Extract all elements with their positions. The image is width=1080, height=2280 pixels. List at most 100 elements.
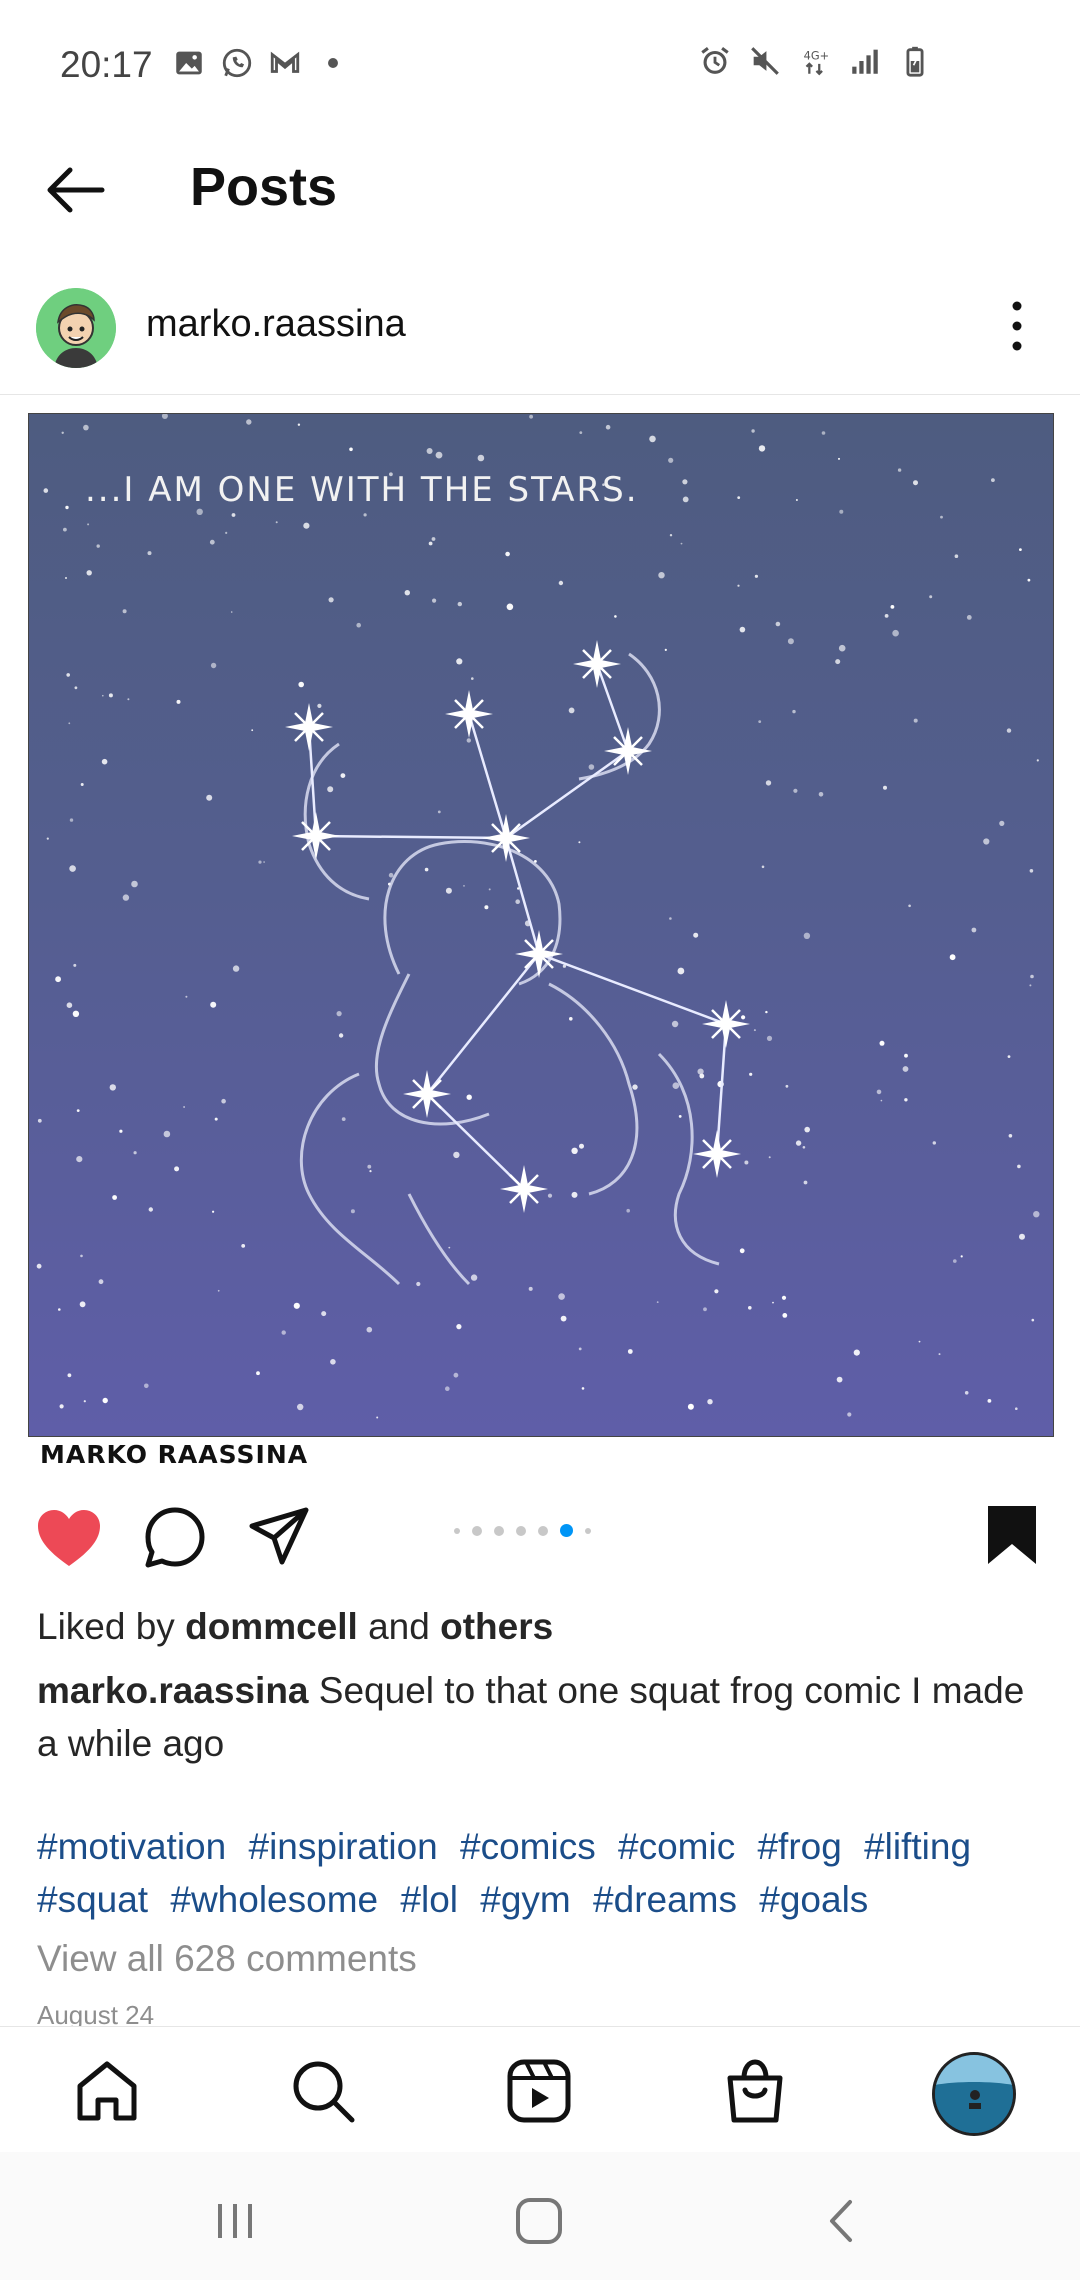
sparkle-star bbox=[693, 1130, 741, 1178]
reels-icon[interactable] bbox=[504, 2056, 574, 2126]
whatsapp-icon bbox=[222, 48, 252, 78]
shop-icon[interactable] bbox=[720, 2056, 790, 2126]
star-dot bbox=[463, 885, 465, 887]
star-dot bbox=[69, 865, 76, 872]
star-dot bbox=[802, 1146, 806, 1149]
star-dot bbox=[477, 454, 485, 462]
star-dot bbox=[214, 1117, 218, 1121]
star-dot bbox=[897, 468, 902, 472]
star-dot bbox=[176, 699, 181, 704]
signal-icon bbox=[852, 49, 878, 74]
star-dot bbox=[772, 1301, 774, 1304]
post-username[interactable]: marko.raassina bbox=[146, 303, 406, 346]
recent-apps-icon[interactable] bbox=[210, 2196, 260, 2246]
gallery-icon bbox=[176, 51, 202, 75]
star-dot bbox=[1031, 1318, 1035, 1322]
star-dot bbox=[303, 522, 310, 529]
star-dot bbox=[453, 1372, 459, 1378]
star-dot bbox=[350, 1209, 355, 1214]
likes-line[interactable]: Liked by dommcell and others bbox=[37, 1606, 553, 1648]
profile-photo bbox=[935, 2055, 1013, 2133]
home-icon[interactable] bbox=[72, 2056, 142, 2126]
star-dot bbox=[230, 611, 233, 613]
hashtag-link[interactable]: #goals bbox=[759, 1879, 868, 1920]
profile-avatar[interactable] bbox=[932, 2052, 1016, 2136]
hashtag-link[interactable]: #wholesome bbox=[170, 1879, 378, 1920]
hashtag-link[interactable]: #inspiration bbox=[249, 1826, 438, 1867]
hashtag-link[interactable]: #lol bbox=[400, 1879, 458, 1920]
post-image[interactable] bbox=[28, 413, 1054, 1437]
star-dot bbox=[456, 658, 463, 665]
star-dot bbox=[748, 1306, 752, 1310]
star-dot bbox=[908, 904, 911, 908]
star-dot bbox=[122, 609, 127, 614]
star-dot bbox=[133, 1151, 137, 1155]
hashtag-link[interactable]: #comics bbox=[460, 1826, 596, 1867]
more-options-icon[interactable] bbox=[1000, 296, 1034, 356]
star-dot bbox=[953, 1259, 957, 1263]
star-dot bbox=[744, 1160, 749, 1165]
constellation-stars bbox=[285, 640, 750, 1213]
bookmark-icon[interactable] bbox=[982, 1502, 1042, 1568]
star-dot bbox=[758, 445, 766, 452]
hashtag-link[interactable]: #squat bbox=[37, 1879, 148, 1920]
star-dot bbox=[793, 788, 798, 793]
star-dot bbox=[818, 792, 824, 797]
star-dot bbox=[209, 539, 215, 545]
back-button-icon[interactable] bbox=[818, 2196, 868, 2246]
star-dot bbox=[884, 614, 889, 618]
hashtag-link[interactable]: #dreams bbox=[593, 1879, 737, 1920]
star-dot bbox=[749, 1072, 753, 1076]
comment-icon[interactable] bbox=[142, 1504, 208, 1570]
likes-connector: and bbox=[368, 1606, 430, 1647]
star-dot bbox=[72, 1010, 80, 1017]
star-dot bbox=[741, 1015, 746, 1020]
star-dot bbox=[677, 967, 685, 975]
likes-others[interactable]: others bbox=[440, 1606, 553, 1647]
star-dot bbox=[1036, 759, 1039, 762]
caption-username[interactable]: marko.raassina bbox=[37, 1670, 309, 1711]
arrow-left-icon[interactable] bbox=[40, 155, 110, 225]
star-dot bbox=[297, 423, 301, 426]
heart-icon[interactable] bbox=[36, 1508, 102, 1570]
star-dot bbox=[678, 1115, 682, 1118]
star-dot bbox=[632, 1084, 638, 1090]
hashtag-link[interactable]: #lifting bbox=[864, 1826, 971, 1867]
sparkle-star bbox=[702, 1000, 750, 1048]
star-dot bbox=[1033, 1211, 1040, 1218]
star-dot bbox=[515, 899, 520, 904]
hashtag-link[interactable]: #motivation bbox=[37, 1826, 226, 1867]
likes-user[interactable]: dommcell bbox=[185, 1606, 358, 1647]
star-dot bbox=[714, 1289, 719, 1294]
star-dot bbox=[913, 718, 918, 723]
hashtag-link[interactable]: #gym bbox=[480, 1879, 570, 1920]
avatar[interactable] bbox=[36, 288, 116, 368]
star-dot bbox=[112, 1195, 117, 1200]
star-dot bbox=[98, 1279, 104, 1285]
hashtag-link[interactable]: #frog bbox=[757, 1826, 841, 1867]
star-dot bbox=[795, 499, 798, 501]
star-dot bbox=[765, 1010, 768, 1014]
share-icon[interactable] bbox=[246, 1504, 312, 1570]
star-dot bbox=[571, 1191, 578, 1198]
search-icon[interactable] bbox=[288, 2056, 358, 2126]
hashtag-link[interactable]: #comic bbox=[618, 1826, 735, 1867]
star-dot bbox=[61, 431, 64, 434]
star-dot bbox=[232, 965, 240, 972]
star-dot bbox=[847, 1412, 852, 1417]
star-dot bbox=[938, 1353, 941, 1356]
star-dot bbox=[96, 544, 100, 548]
star-dot bbox=[435, 451, 443, 459]
star-field bbox=[36, 414, 1040, 1419]
avatar-illustration bbox=[36, 288, 116, 368]
star-dot bbox=[148, 1207, 153, 1212]
star-dot bbox=[416, 1281, 421, 1287]
view-comments-link[interactable]: View all 628 comments bbox=[37, 1938, 417, 1980]
star-dot bbox=[753, 1029, 756, 1032]
4g-icon: 4G+ bbox=[804, 49, 829, 76]
star-dot bbox=[682, 479, 688, 485]
star-dot bbox=[466, 1094, 472, 1100]
star-dot bbox=[445, 887, 452, 894]
home-button-icon[interactable] bbox=[512, 2194, 566, 2248]
star-dot bbox=[999, 820, 1005, 826]
